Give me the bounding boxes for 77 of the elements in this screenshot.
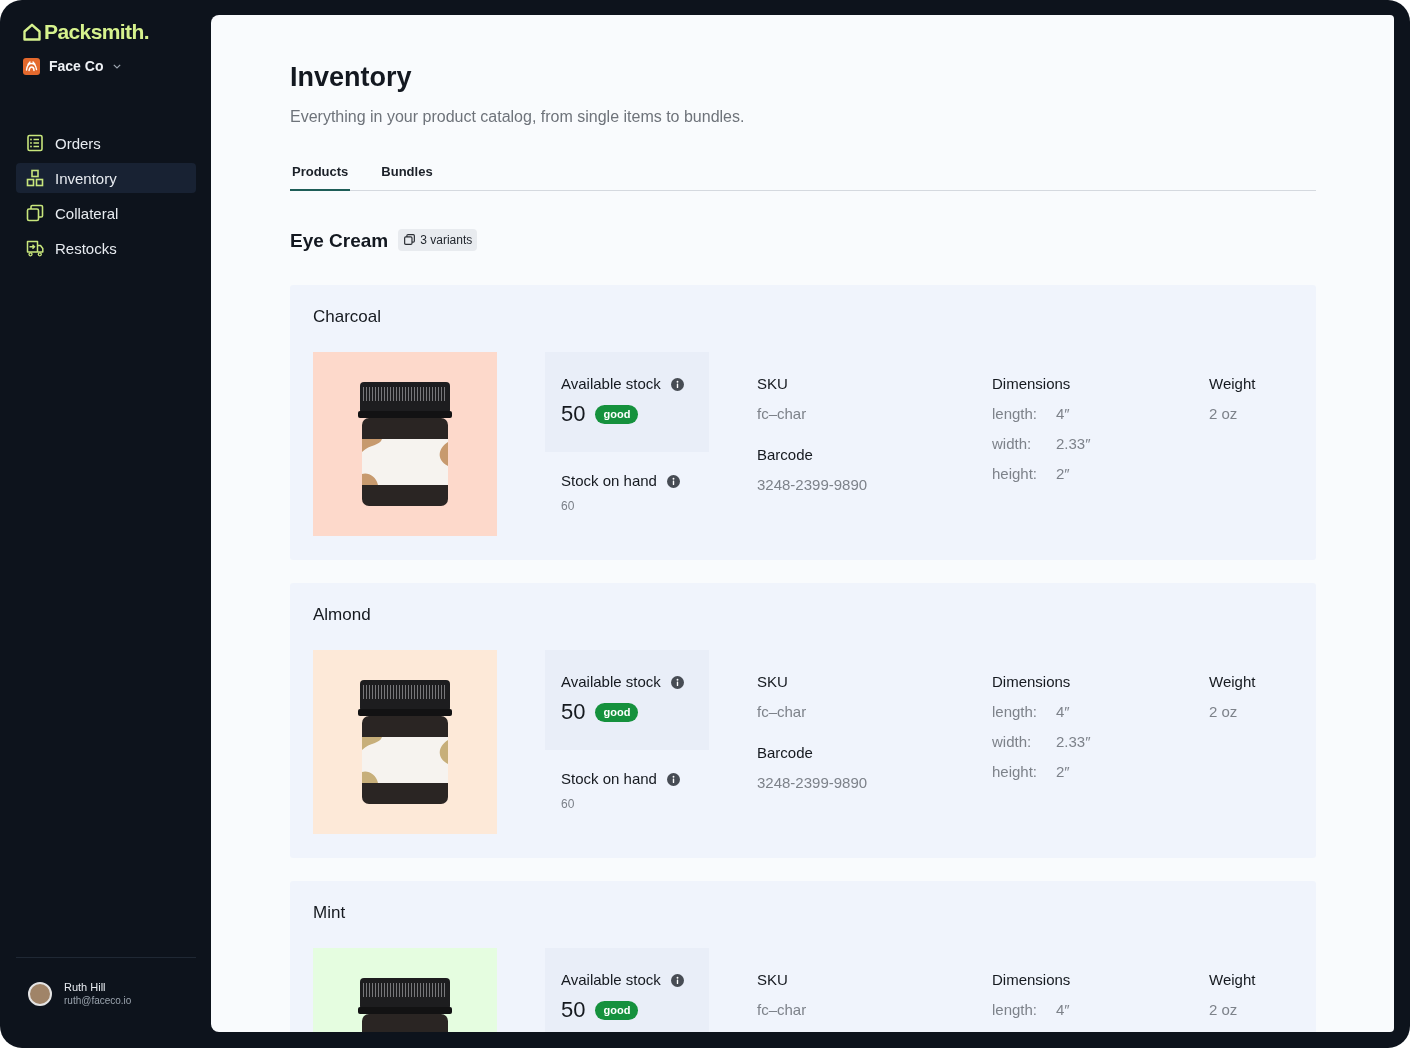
dimension-value: 2.33″ xyxy=(1056,732,1091,752)
weight-label: Weight xyxy=(1209,374,1256,394)
chevron-down-icon xyxy=(113,63,122,69)
available-stock-label: Available stock xyxy=(561,672,661,692)
nav-item[interactable]: Inventory xyxy=(16,163,196,193)
dimension-value: 4″ xyxy=(1056,1000,1070,1020)
stock-on-hand-value: 60 xyxy=(560,498,575,514)
stock-count: 50 xyxy=(561,401,586,427)
product-name: Eye Cream xyxy=(290,229,389,253)
dimension-label: width: xyxy=(992,434,1033,454)
sku-label: SKU xyxy=(757,672,788,692)
variant-count: 3 variants xyxy=(420,232,473,247)
brand-logo: Packsmith. xyxy=(44,20,149,44)
weight-value: 2 oz xyxy=(1209,404,1238,424)
page-subtitle: Everything in your product catalog, from single items to bundles. xyxy=(290,107,746,127)
stock-status-badge: good xyxy=(595,1000,639,1020)
user-name: Ruth Hill xyxy=(64,980,107,994)
stock-on-hand-label: Stock on hand xyxy=(561,769,657,789)
dimension-label: length: xyxy=(992,404,1039,424)
weight-value: 2 oz xyxy=(1209,702,1238,722)
sku-value: fc–char xyxy=(757,1000,807,1020)
org-switcher[interactable]: Face Co xyxy=(23,56,122,76)
barcode-value: 3248-2399-9890 xyxy=(757,475,868,495)
dimension-value: 2″ xyxy=(1056,762,1071,782)
weight-value: 2 oz xyxy=(1209,1000,1238,1020)
stock-count: 50 xyxy=(561,699,586,725)
sku-value: fc–char xyxy=(757,404,807,424)
tab[interactable]: Bundles xyxy=(379,158,435,191)
dimensions-label: Dimensions xyxy=(992,672,1071,692)
stock-status-badge: good xyxy=(595,404,639,424)
list-icon xyxy=(26,134,44,152)
dimension-value: 4″ xyxy=(1056,404,1071,424)
boxes-icon xyxy=(26,169,44,187)
dimensions-label: Dimensions xyxy=(992,970,1071,990)
variant-name: Mint xyxy=(313,902,347,924)
stock-count: 50 xyxy=(561,997,586,1023)
weight-label: Weight xyxy=(1209,672,1256,692)
available-stock-label: Available stock xyxy=(561,970,661,990)
dimension-value: 2″ xyxy=(1056,464,1071,484)
available-stock-label: Available stock xyxy=(561,374,661,394)
nav-item[interactable]: Orders xyxy=(16,128,196,158)
dimension-label: length: xyxy=(992,702,1039,722)
variant-name: Almond xyxy=(313,604,372,626)
org-logo-icon xyxy=(23,57,40,75)
nav-item[interactable]: Restocks xyxy=(16,233,196,263)
copy-icon xyxy=(404,234,416,245)
dimension-label: width: xyxy=(992,732,1033,752)
sku-label: SKU xyxy=(757,374,788,394)
sku-value: fc–char xyxy=(757,702,807,722)
sku-label: SKU xyxy=(757,970,788,990)
dimension-label: height: xyxy=(992,464,1039,484)
nav-item[interactable]: Collateral xyxy=(16,198,196,228)
info-icon xyxy=(670,675,684,689)
info-icon xyxy=(670,973,684,987)
page-title: Inventory xyxy=(290,61,413,94)
variant-name: Charcoal xyxy=(313,306,383,328)
dimension-label: height: xyxy=(992,762,1039,782)
info-icon xyxy=(666,474,680,488)
barcode-value: 3248-2399-9890 xyxy=(757,773,868,793)
stock-on-hand-label: Stock on hand xyxy=(561,471,657,491)
info-icon xyxy=(666,772,680,786)
barcode-label: Barcode xyxy=(757,743,813,763)
dimension-value: 2.33″ xyxy=(1056,434,1091,454)
barcode-label: Barcode xyxy=(757,445,813,465)
avatar xyxy=(28,981,52,1006)
truck-icon xyxy=(26,239,44,257)
copy-icon xyxy=(26,204,44,222)
dimension-value: 4″ xyxy=(1056,702,1071,722)
stock-status-badge: good xyxy=(595,702,639,722)
dimensions-label: Dimensions xyxy=(992,374,1071,394)
dimension-label: length: xyxy=(992,1000,1039,1020)
weight-label: Weight xyxy=(1209,970,1256,990)
house-icon xyxy=(23,23,41,41)
tab[interactable]: Products xyxy=(290,158,351,191)
info-icon xyxy=(670,377,684,391)
user-email: ruth@faceco.io xyxy=(64,994,132,1007)
stock-on-hand-value: 60 xyxy=(560,796,575,812)
